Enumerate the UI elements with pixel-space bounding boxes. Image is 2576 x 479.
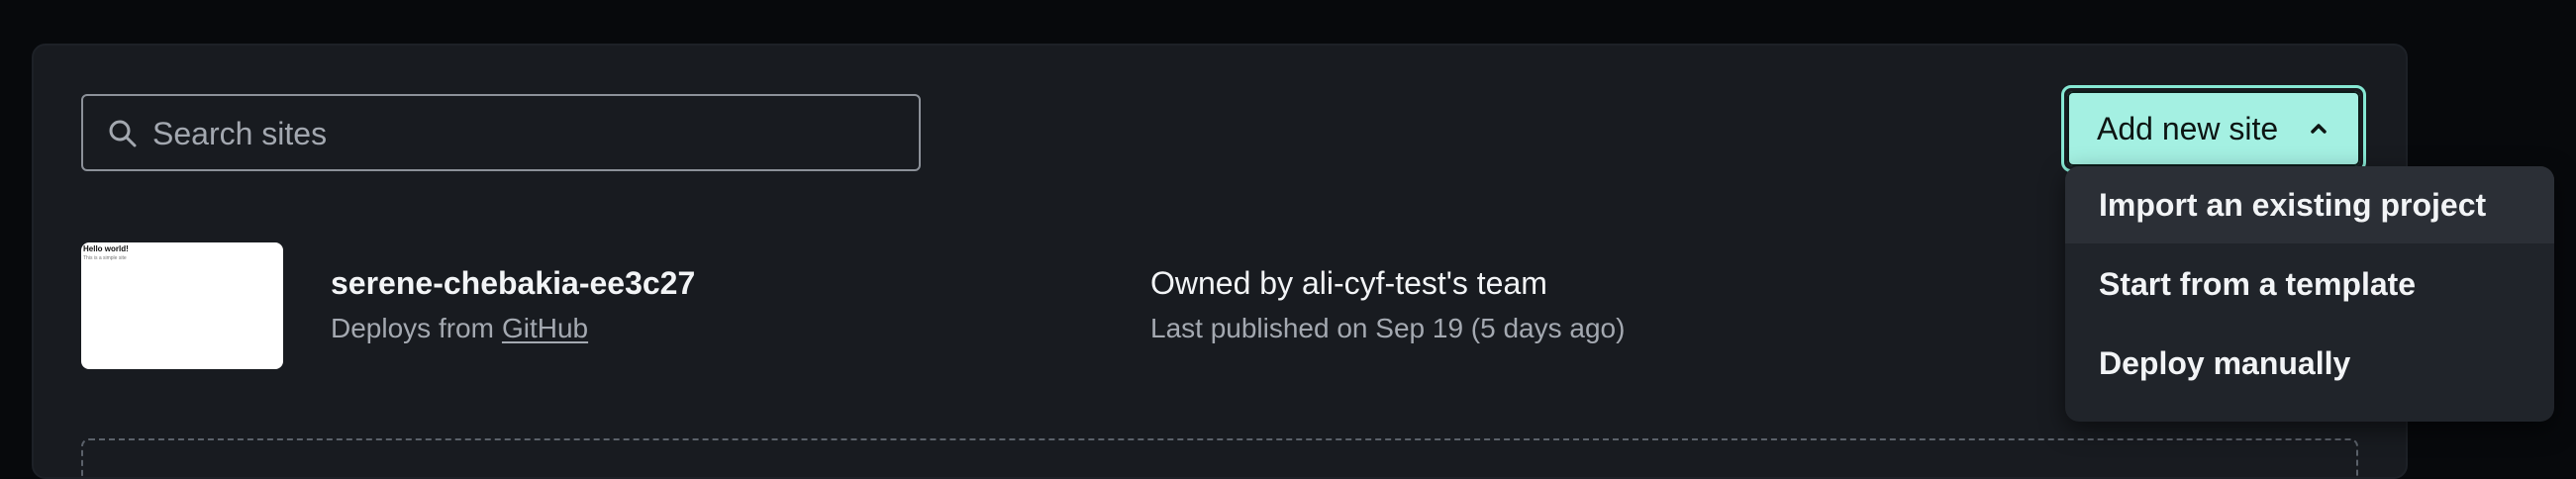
thumbnail-subtitle: This is a simple site xyxy=(83,255,127,261)
thumbnail-title: Hello world! xyxy=(83,244,129,253)
chevron-up-icon xyxy=(2311,124,2327,134)
drop-zone[interactable] xyxy=(81,438,2358,478)
github-link[interactable]: GitHub xyxy=(502,313,588,343)
add-new-site-button[interactable]: Add new site xyxy=(2067,91,2360,166)
search-input[interactable]: Search sites xyxy=(81,94,921,171)
menu-item-import-project[interactable]: Import an existing project xyxy=(2065,166,2554,243)
search-placeholder: Search sites xyxy=(152,116,328,151)
site-owner: Owned by ali-cyf-test's team xyxy=(1150,265,1547,301)
add-site-dropdown-menu: Import an existing project Start from a … xyxy=(2065,166,2554,422)
last-published: Last published on Sep 19 (5 days ago) xyxy=(1150,313,1626,343)
site-name-link[interactable]: serene-chebakia-ee3c27 xyxy=(331,263,695,303)
add-new-site-label: Add new site xyxy=(2097,111,2279,146)
site-thumbnail[interactable]: Hello world! This is a simple site xyxy=(81,242,283,369)
menu-item-deploy-manually[interactable]: Deploy manually xyxy=(2065,325,2554,402)
search-icon xyxy=(109,120,137,147)
menu-item-start-from-template[interactable]: Start from a template xyxy=(2065,245,2554,323)
deploys-from-line: Deploys from GitHub xyxy=(331,311,588,346)
deploys-from-label: Deploys from xyxy=(331,313,494,343)
